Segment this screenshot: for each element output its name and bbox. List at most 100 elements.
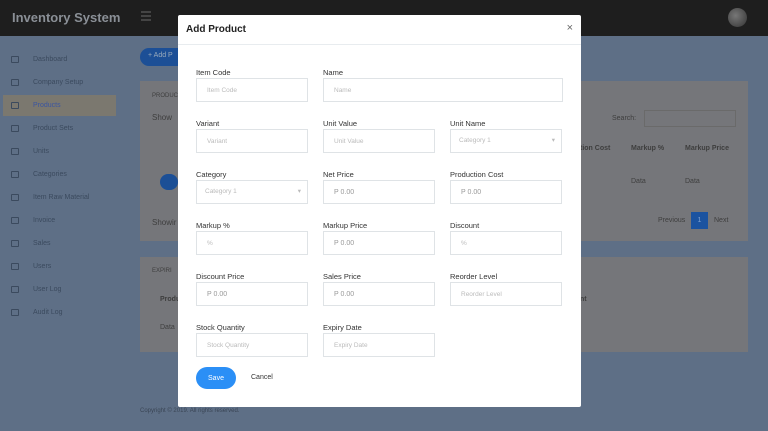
placeholder-text: P 0.00 — [334, 290, 355, 298]
megaphone-icon — [11, 79, 19, 86]
modal-title: Add Product — [178, 15, 581, 45]
placeholder-text: P 0.00 — [207, 290, 228, 298]
expiry-date-input[interactable] — [323, 333, 435, 357]
cell: Data — [631, 178, 646, 185]
dashboard-icon — [11, 56, 19, 63]
sidebar-item-label: Invoice — [33, 217, 56, 224]
net-price-input[interactable]: P 0.00 — [323, 180, 435, 204]
net-price-label: Net Price — [323, 170, 354, 179]
copyright: Copyright © 2019. All rights reserved. — [140, 408, 240, 414]
category-label: Category — [196, 170, 227, 179]
cart-icon — [11, 102, 19, 109]
sales-price-input[interactable]: P 0.00 — [323, 282, 435, 306]
avatar[interactable] — [728, 8, 747, 27]
stock-quantity-label: Stock Quantity — [196, 323, 245, 332]
reorder-level-input[interactable] — [450, 282, 562, 306]
sidebar-item-sales[interactable]: Sales — [3, 233, 116, 254]
products-title: PRODUC — [152, 93, 179, 99]
showing-text: Showir — [152, 218, 177, 227]
unit-name-select[interactable]: Category 1 ▾ — [450, 129, 562, 153]
category-select[interactable]: Category 1 ▾ — [196, 180, 308, 204]
caret-down-icon: ▾ — [297, 188, 301, 195]
next-button[interactable]: Next — [714, 217, 728, 224]
sidebar-item-company-setup[interactable]: Company Setup — [3, 72, 116, 93]
production-cost-input[interactable]: P 0.00 — [450, 180, 562, 204]
sidebar-item-label: Sales — [33, 240, 51, 247]
reorder-level-label: Reorder Level — [450, 272, 498, 281]
show-label: Show — [152, 113, 173, 122]
cancel-button[interactable]: Cancel — [251, 374, 273, 381]
edit-button[interactable] — [160, 174, 178, 190]
clock-icon — [11, 309, 19, 316]
col-header: tion Cost — [580, 145, 611, 152]
truck-icon — [11, 171, 19, 178]
sales-price-label: Sales Price — [323, 272, 361, 281]
sidebar-item-user-log[interactable]: User Log — [3, 279, 116, 300]
user-icon — [11, 263, 19, 270]
sidebar-item-label: Dashboard — [33, 56, 68, 63]
page-1-button[interactable]: 1 — [691, 212, 708, 229]
search-label: Search: — [612, 115, 637, 122]
sidebar-item-audit-log[interactable]: Audit Log — [3, 302, 116, 323]
user-icon — [11, 286, 19, 293]
chart-icon — [11, 240, 19, 247]
variant-input[interactable] — [196, 129, 308, 153]
sidebar-item-product-sets[interactable]: Product Sets — [3, 118, 116, 139]
col-header: Markup Price — [685, 145, 729, 152]
invoice-icon — [11, 217, 19, 224]
sidebar-item-units[interactable]: Units — [3, 141, 116, 162]
discount-label: Discount — [450, 221, 480, 230]
sidebar-item-products[interactable]: Products — [3, 95, 116, 116]
placeholder-text: P 0.00 — [334, 188, 355, 196]
sidebar-item-label: Products — [33, 102, 61, 109]
cell: Data — [160, 324, 175, 331]
search-input[interactable] — [644, 110, 736, 127]
caret-down-icon: ▾ — [551, 137, 555, 144]
sidebar-item-label: Units — [33, 148, 49, 155]
sidebar-item-label: Audit Log — [33, 309, 63, 316]
markup-input[interactable] — [196, 231, 308, 255]
sidebar-item-label: Product Sets — [33, 125, 74, 132]
placeholder-text: P 0.00 — [334, 239, 355, 247]
name-label: Name — [323, 68, 344, 77]
add-product-modal: Add Product × Save Cancel Item Code Name V… — [178, 15, 581, 407]
production-cost-label: Production Cost — [450, 170, 504, 179]
variant-label: Variant — [196, 119, 220, 128]
unit-value-label: Unit Value — [323, 119, 358, 128]
sidebar-item-users[interactable]: Users — [3, 256, 116, 277]
sidebar-item-label: Item Raw Material — [33, 194, 90, 201]
item-code-label: Item Code — [196, 68, 231, 77]
sidebar-item-label: Company Setup — [33, 79, 84, 86]
col-header: Markup % — [631, 145, 665, 152]
cart-icon — [11, 125, 19, 132]
truck-icon — [11, 148, 19, 155]
sidebar-item-label: Categories — [33, 171, 67, 178]
markup-price-input[interactable]: P 0.00 — [323, 231, 435, 255]
add-label: Add P — [153, 52, 173, 59]
unit-name-label: Unit Name — [450, 119, 486, 128]
placeholder-text: P 0.00 — [461, 188, 482, 196]
sidebar-item-label: User Log — [33, 286, 62, 293]
unit-value-input[interactable] — [323, 129, 435, 153]
stock-quantity-input[interactable] — [196, 333, 308, 357]
file-icon — [11, 194, 19, 201]
item-code-input[interactable] — [196, 78, 308, 102]
sidebar-item-invoice[interactable]: Invoice — [3, 210, 116, 231]
app-title: Inventory System — [12, 10, 121, 25]
sidebar-item-dashboard[interactable]: Dashboard — [3, 49, 116, 70]
save-button[interactable]: Save — [196, 367, 236, 389]
sidebar-item-item-raw-material[interactable]: Item Raw Material — [3, 187, 116, 208]
menu-icon[interactable] — [141, 11, 151, 21]
cell: Data — [685, 178, 700, 185]
select-value: Category 1 — [205, 188, 237, 195]
sidebar-item-label: Users — [33, 263, 52, 270]
markup-label: Markup % — [196, 221, 230, 230]
discount-price-input[interactable]: P 0.00 — [196, 282, 308, 306]
sidebar-item-categories[interactable]: Categories — [3, 164, 116, 185]
prev-button[interactable]: Previous — [658, 217, 685, 224]
expiry-date-label: Expiry Date — [323, 323, 362, 332]
discount-input[interactable] — [450, 231, 562, 255]
close-icon[interactable]: × — [567, 22, 573, 34]
discount-price-label: Discount Price — [196, 272, 245, 281]
name-input[interactable] — [323, 78, 563, 102]
